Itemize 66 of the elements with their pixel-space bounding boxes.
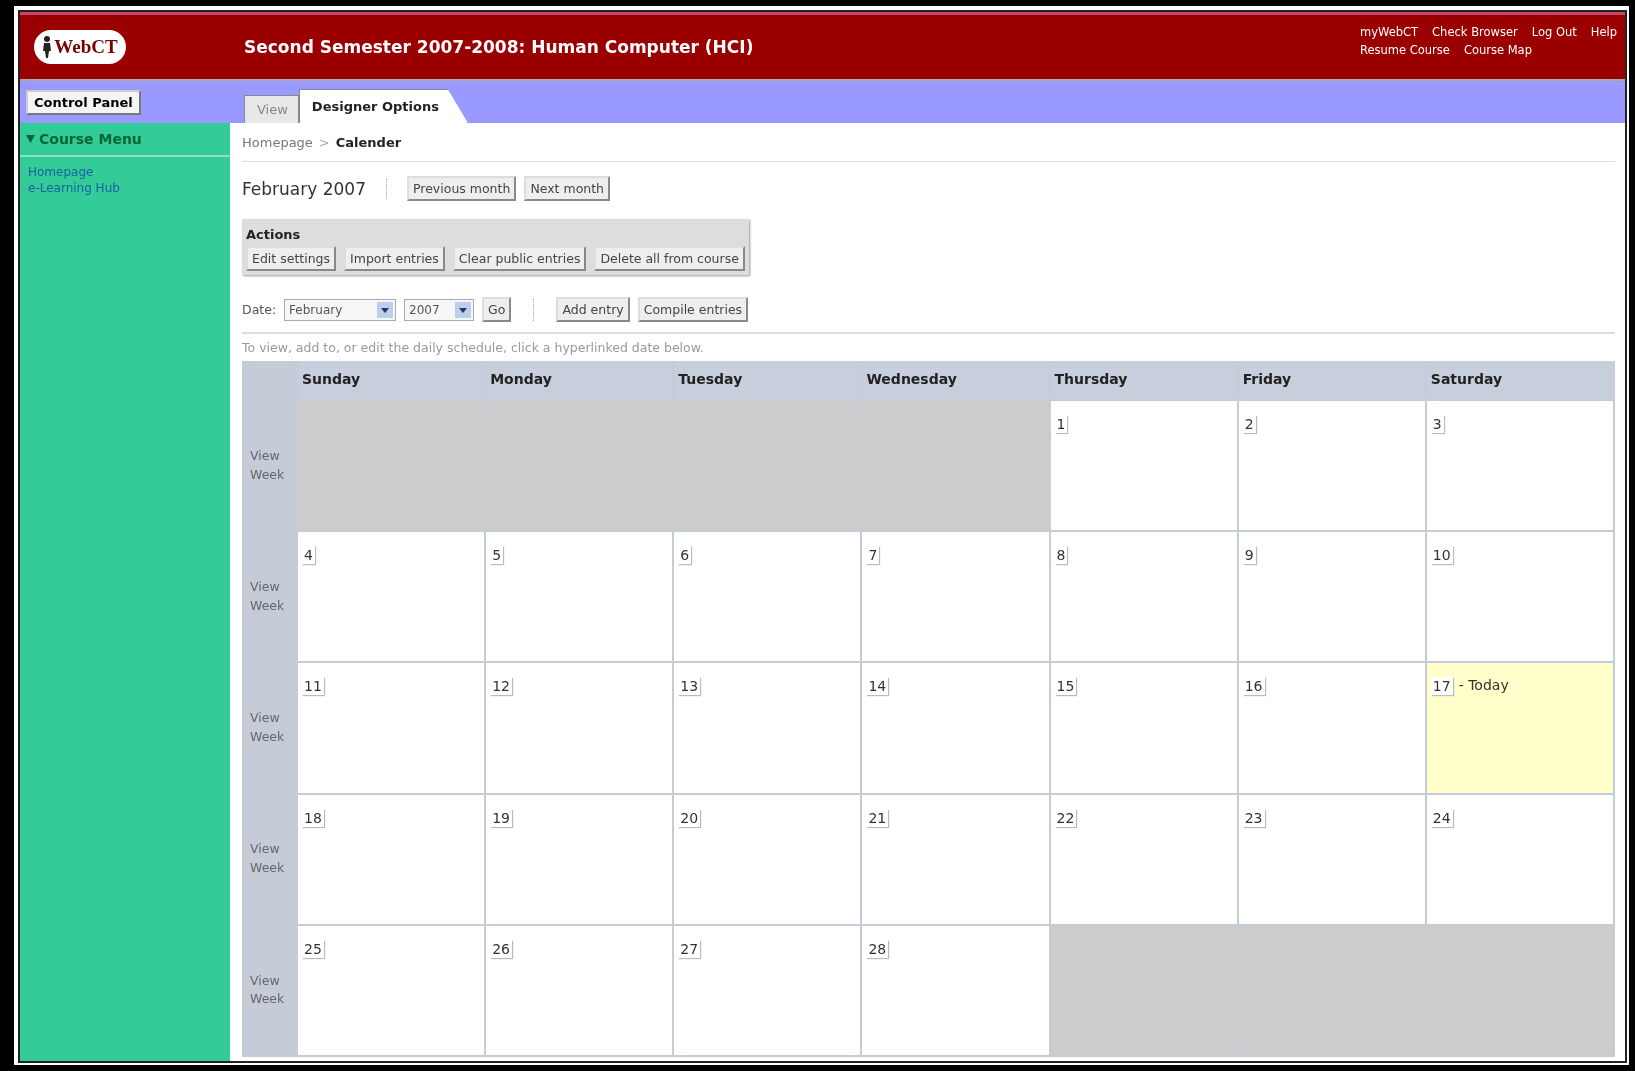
weekday-header: Saturday — [1426, 361, 1613, 399]
person-icon — [42, 36, 53, 58]
date-link[interactable]: 24 — [1430, 808, 1453, 827]
date-link[interactable]: 3 — [1430, 415, 1444, 433]
month-nav-button[interactable]: Previous month — [407, 176, 517, 201]
action-button[interactable]: Edit settings — [246, 246, 337, 271]
date-link[interactable]: 27 — [678, 939, 701, 958]
action-button[interactable]: Delete all from course — [594, 246, 745, 271]
course-title: Second Semester 2007-2008: Human Computer (HCI) — [243, 37, 755, 57]
header-link[interactable]: Help — [1590, 25, 1617, 39]
date-link[interactable]: 14 — [866, 677, 889, 696]
month-title: February 2007 — [242, 178, 387, 199]
date-link[interactable]: 5 — [490, 546, 504, 565]
weekday-header: Monday — [486, 361, 673, 399]
year-select[interactable]: 2007 — [404, 298, 475, 321]
date-link[interactable]: 12 — [490, 677, 512, 696]
date-link[interactable]: 8 — [1054, 546, 1068, 565]
weekday-header: Friday — [1238, 361, 1425, 399]
date-link[interactable]: 9 — [1242, 546, 1256, 565]
weekday-header: Tuesday — [674, 361, 861, 399]
date-link[interactable]: 13 — [678, 677, 701, 696]
header-link[interactable]: Log Out — [1531, 25, 1577, 39]
date-link[interactable]: 20 — [678, 808, 701, 827]
date-link[interactable]: 23 — [1242, 808, 1265, 827]
header-link[interactable]: Check Browser — [1432, 25, 1518, 39]
date-link[interactable]: 16 — [1242, 677, 1265, 696]
logo: WebCT — [34, 30, 126, 64]
instructions-text: To view, add to, or edit the daily schedule, click a hyperlinked date below. — [242, 332, 1615, 355]
date-link[interactable]: 25 — [302, 939, 324, 958]
action-button[interactable]: Clear public entries — [452, 246, 587, 271]
breadcrumb-link[interactable]: Homepage — [242, 134, 313, 150]
month-select[interactable]: February — [284, 298, 397, 321]
control-panel-button[interactable]: Control Panel — [26, 89, 141, 115]
date-link[interactable]: 22 — [1054, 808, 1077, 827]
header-link[interactable]: myWebCT — [1359, 25, 1419, 39]
date-link[interactable]: 6 — [678, 546, 692, 565]
date-link[interactable]: 18 — [302, 808, 324, 827]
month-nav-button[interactable]: Next month — [524, 176, 611, 201]
date-link[interactable]: 28 — [866, 939, 889, 958]
date-label: Date: — [242, 302, 277, 317]
weekday-header: Wednesday — [862, 361, 1049, 399]
date-link[interactable]: 19 — [490, 808, 512, 827]
go-button[interactable]: Go — [482, 297, 512, 322]
date-link[interactable]: 10 — [1430, 546, 1453, 565]
today-label: - Today — [1458, 677, 1509, 694]
date-link[interactable]: 2 — [1242, 415, 1256, 433]
date-link[interactable]: 4 — [302, 546, 315, 565]
date-link[interactable]: 7 — [866, 546, 880, 565]
entry-button[interactable]: Add entry — [556, 297, 630, 322]
actions-title: Actions — [246, 227, 302, 242]
date-link[interactable]: 21 — [866, 808, 889, 827]
date-link[interactable]: 15 — [1054, 677, 1077, 696]
date-link[interactable]: 11 — [302, 677, 324, 696]
date-link[interactable]: 26 — [490, 939, 512, 958]
header-link[interactable]: Resume Course — [1359, 43, 1450, 57]
date-link[interactable]: 17 — [1430, 677, 1453, 696]
weekday-header: Thursday — [1050, 361, 1237, 399]
weekday-header: Sunday — [298, 361, 485, 399]
entry-button[interactable]: Compile entries — [637, 297, 749, 322]
breadcrumb-current: Calender — [335, 134, 402, 150]
tab[interactable]: Designer Options — [298, 89, 468, 123]
action-button[interactable]: Import entries — [344, 246, 445, 271]
breadcrumb-separator: > — [318, 134, 330, 150]
course-menu-label: Course Menu — [39, 131, 142, 147]
header-link[interactable]: Course Map — [1463, 43, 1532, 57]
date-link[interactable]: 1 — [1054, 415, 1068, 433]
